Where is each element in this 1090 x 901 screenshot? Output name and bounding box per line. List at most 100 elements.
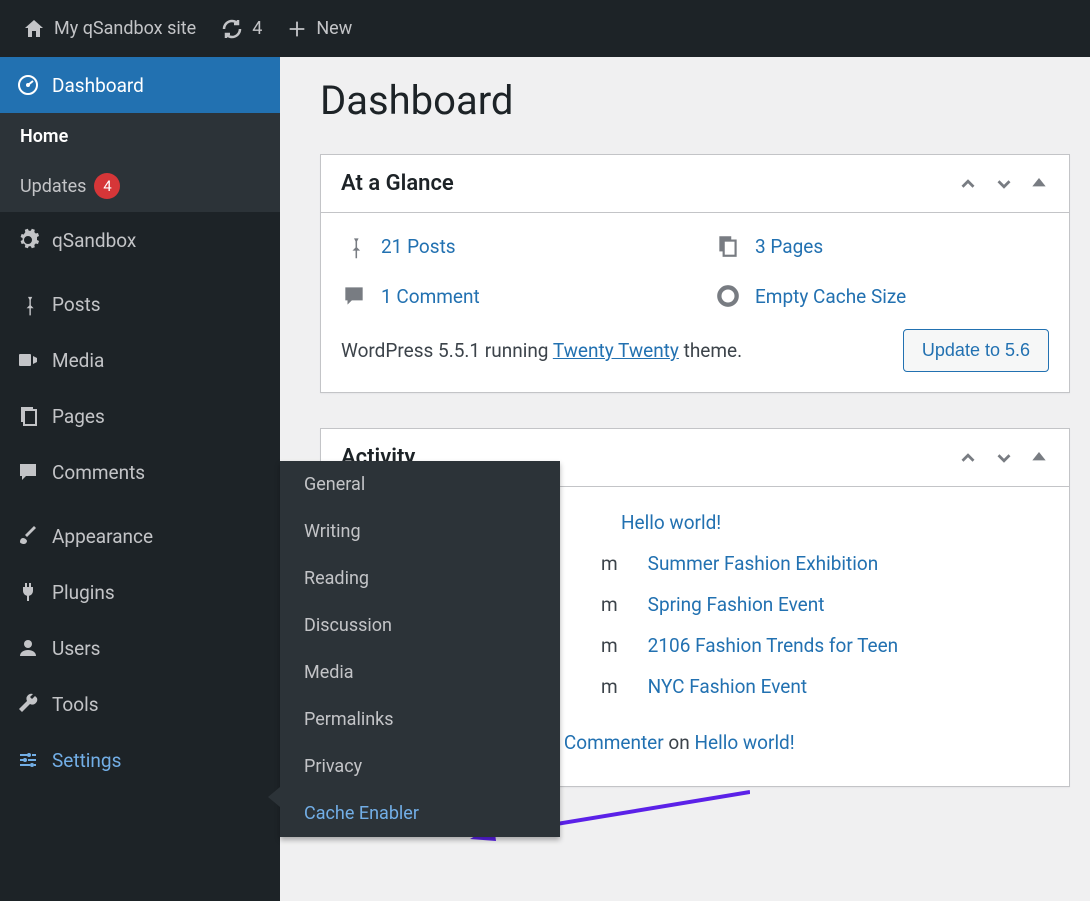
version-prefix: WordPress 5.5.1 running	[341, 339, 553, 362]
admin-bar-site[interactable]: My qSandbox site	[10, 0, 208, 57]
flyout-discussion[interactable]: Discussion	[280, 602, 560, 649]
pin-icon	[16, 292, 52, 316]
sidebar-sub-updates[interactable]: Updates 4	[0, 160, 280, 212]
sidebar-label: Pages	[52, 405, 105, 428]
version-row: WordPress 5.5.1 running Twenty Twenty th…	[341, 329, 1049, 372]
plugin-icon	[16, 580, 52, 604]
sidebar-item-settings[interactable]: Settings	[0, 732, 280, 788]
panel-header: At a Glance	[321, 155, 1069, 213]
activity-link[interactable]: Summer Fashion Exhibition	[648, 552, 879, 575]
pages-icon	[16, 404, 52, 428]
pin-icon	[341, 233, 367, 259]
flyout-media[interactable]: Media	[280, 649, 560, 696]
update-button[interactable]: Update to 5.6	[903, 329, 1049, 372]
glance-cache[interactable]: Empty Cache Size	[715, 283, 1049, 309]
comment-on: on	[664, 731, 695, 754]
sidebar-item-dashboard[interactable]: Dashboard	[0, 57, 280, 113]
sidebar-item-media[interactable]: Media	[0, 332, 280, 388]
flyout-reading[interactable]: Reading	[280, 555, 560, 602]
flyout-permalinks[interactable]: Permalinks	[280, 696, 560, 743]
glance-link: 1 Comment	[381, 285, 480, 308]
sidebar-label: Media	[52, 349, 104, 372]
admin-bar-site-label: My qSandbox site	[54, 18, 196, 39]
media-icon	[16, 348, 52, 372]
admin-bar: My qSandbox site 4 New	[0, 0, 1090, 57]
toggle-panel-icon[interactable]	[1029, 173, 1049, 195]
chevron-up-icon[interactable]	[957, 173, 979, 195]
sidebar-sub-home[interactable]: Home	[0, 113, 280, 160]
refresh-icon	[220, 17, 244, 41]
sidebar-label: Posts	[52, 293, 101, 316]
chevron-down-icon[interactable]	[993, 447, 1015, 469]
sidebar-item-posts[interactable]: Posts	[0, 276, 280, 332]
activity-link[interactable]: Hello world!	[621, 511, 721, 534]
glance-link: Empty Cache Size	[755, 285, 906, 308]
home-icon	[22, 17, 46, 41]
circle-icon	[715, 283, 741, 309]
flyout-writing[interactable]: Writing	[280, 508, 560, 555]
comment-post-link[interactable]: Hello world!	[694, 731, 794, 754]
glance-link: 21 Posts	[381, 235, 456, 258]
sidebar-label: Plugins	[52, 581, 115, 604]
sidebar-item-qsandbox[interactable]: qSandbox	[0, 212, 280, 268]
sidebar-label: Settings	[52, 749, 121, 772]
version-text: WordPress 5.5.1 running Twenty Twenty th…	[341, 339, 742, 362]
flyout-general[interactable]: General	[280, 461, 560, 508]
sliders-icon	[16, 748, 52, 772]
sidebar-item-tools[interactable]: Tools	[0, 676, 280, 732]
toggle-panel-icon[interactable]	[1029, 447, 1049, 469]
sidebar-label: Dashboard	[52, 74, 144, 97]
admin-bar-new-label: New	[316, 18, 352, 39]
sidebar-item-appearance[interactable]: Appearance	[0, 508, 280, 564]
sidebar-item-plugins[interactable]: Plugins	[0, 564, 280, 620]
activity-link[interactable]: 2106 Fashion Trends for Teen	[648, 634, 899, 657]
flyout-privacy[interactable]: Privacy	[280, 743, 560, 790]
separator	[0, 500, 280, 508]
gear-icon	[16, 228, 52, 252]
chevron-up-icon[interactable]	[957, 447, 979, 469]
sidebar-sub-dashboard: Home Updates 4	[0, 113, 280, 212]
flyout-cache-enabler[interactable]: Cache Enabler	[280, 790, 560, 837]
user-icon	[16, 636, 52, 660]
sidebar-sub-label: Updates	[20, 176, 86, 197]
panel-at-a-glance: At a Glance 21 Posts 3 Pages 1 Com	[320, 154, 1070, 393]
sidebar-item-comments[interactable]: Comments	[0, 444, 280, 500]
time-trail: m	[601, 634, 618, 657]
panel-title: At a Glance	[341, 171, 454, 196]
sidebar-label: Tools	[52, 693, 99, 716]
admin-bar-updates-count: 4	[252, 18, 262, 39]
glance-posts[interactable]: 21 Posts	[341, 233, 675, 259]
glance-comments[interactable]: 1 Comment	[341, 283, 675, 309]
admin-bar-updates[interactable]: 4	[208, 0, 274, 57]
panel-body: 21 Posts 3 Pages 1 Comment Empty Cache S…	[321, 213, 1069, 392]
sidebar-item-users[interactable]: Users	[0, 620, 280, 676]
time-trail: m	[601, 675, 618, 698]
sidebar-label: Appearance	[52, 525, 153, 548]
activity-link[interactable]: NYC Fashion Event	[648, 675, 807, 698]
comment-icon	[16, 460, 52, 484]
glance-link: 3 Pages	[755, 235, 823, 258]
dashboard-icon	[16, 73, 52, 97]
chevron-down-icon[interactable]	[993, 173, 1015, 195]
updates-badge: 4	[94, 173, 120, 199]
admin-bar-new[interactable]: New	[274, 0, 364, 57]
sidebar-label: qSandbox	[52, 229, 136, 252]
time-trail: m	[601, 593, 618, 616]
panel-controls	[957, 173, 1049, 195]
page-title: Dashboard	[320, 77, 1070, 124]
comment-icon	[341, 283, 367, 309]
panel-controls	[957, 447, 1049, 469]
brush-icon	[16, 524, 52, 548]
activity-link[interactable]: Spring Fashion Event	[648, 593, 825, 616]
sidebar-label: Comments	[52, 461, 145, 484]
theme-link[interactable]: Twenty Twenty	[553, 339, 679, 362]
separator	[0, 268, 280, 276]
plus-icon	[286, 18, 308, 40]
settings-flyout: General Writing Reading Discussion Media…	[280, 461, 560, 837]
pages-icon	[715, 233, 741, 259]
wrench-icon	[16, 692, 52, 716]
glance-pages[interactable]: 3 Pages	[715, 233, 1049, 259]
sidebar-sub-label: Home	[20, 126, 68, 147]
sidebar-item-pages[interactable]: Pages	[0, 388, 280, 444]
time-trail: m	[601, 552, 618, 575]
